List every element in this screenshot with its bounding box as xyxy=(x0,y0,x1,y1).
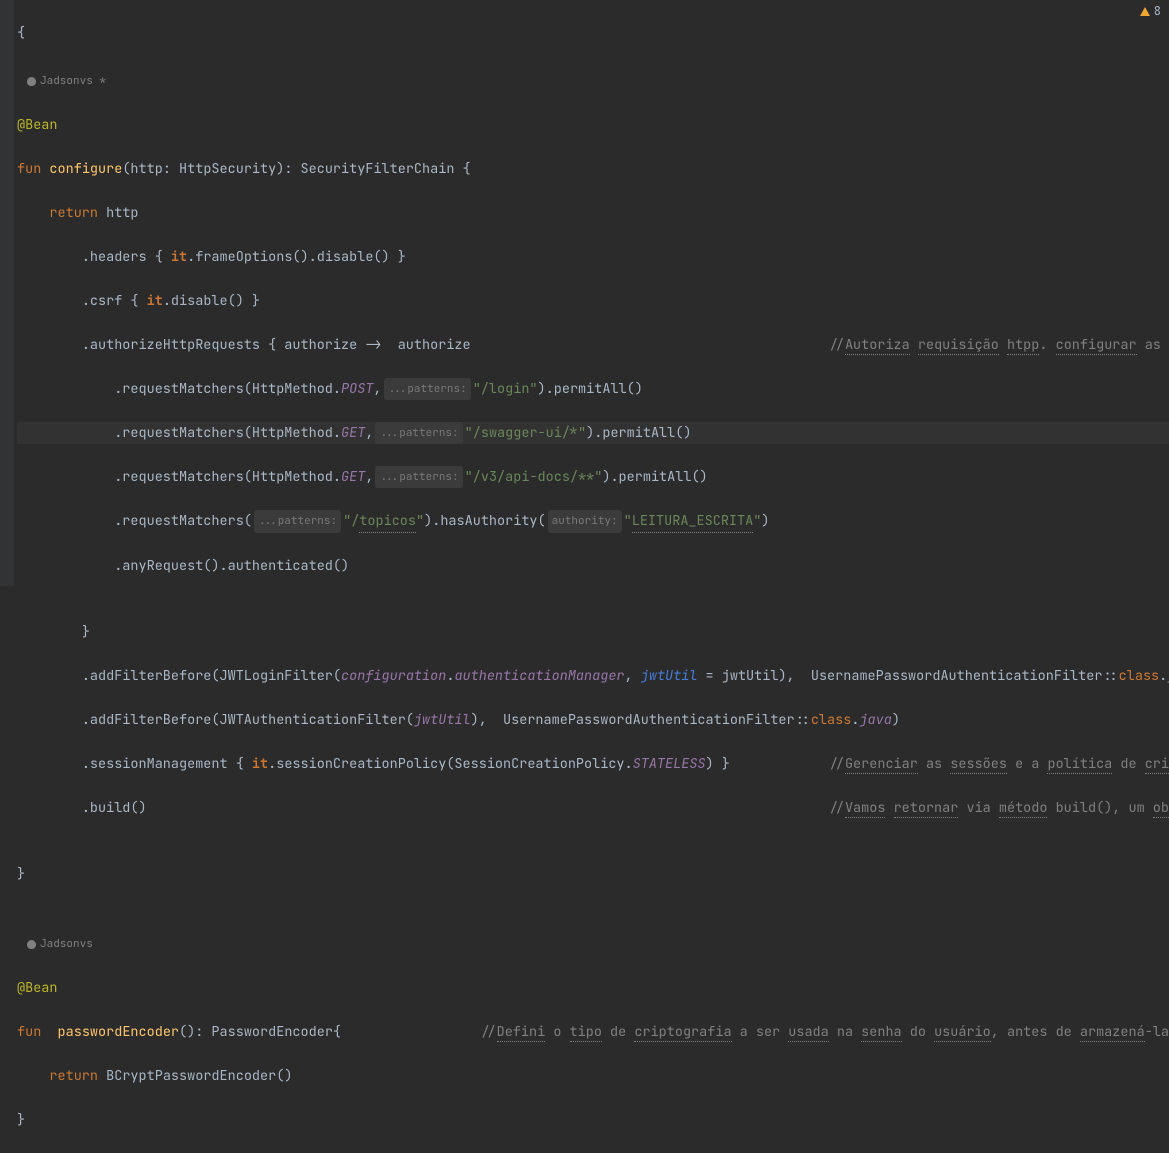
comment: //Vamos retornar via método build(), um … xyxy=(829,797,1169,819)
param-hint: authority: xyxy=(548,510,622,533)
param-hint: ...patterns: xyxy=(375,466,462,488)
keyword-fun: fun xyxy=(17,158,41,180)
param-hint: ...patterns: xyxy=(254,510,341,533)
warning-count[interactable]: 8 xyxy=(1154,3,1161,19)
annotation: @Bean xyxy=(17,977,58,999)
comment: //Gerenciar as sessões e a política de c… xyxy=(829,753,1169,775)
user-icon xyxy=(27,940,36,949)
author-annotation: Jadsonvs xyxy=(17,929,1169,955)
comment: //Defini o tipo de criptografia a ser us… xyxy=(480,1021,1169,1043)
brace: { xyxy=(17,22,25,44)
signature: (http: HttpSecurity): SecurityFilterChai… xyxy=(122,158,470,180)
warning-icon xyxy=(1140,7,1150,16)
param-hint: ...patterns: xyxy=(375,422,462,444)
function-name: passwordEncoder xyxy=(58,1021,180,1043)
keyword-return: return xyxy=(49,202,98,224)
status-bar: 8 xyxy=(1140,3,1161,19)
user-icon xyxy=(27,77,36,86)
keyword-return: return xyxy=(49,1065,98,1087)
keyword-fun: fun xyxy=(17,1021,41,1043)
annotation: @Bean xyxy=(17,114,58,136)
comment: //Autoriza requisição htpp. configurar a… xyxy=(829,334,1169,356)
author-annotation: Jadsonvs * xyxy=(17,66,1169,92)
code-editor[interactable]: { Jadsonvs * @Bean fun configure(http: H… xyxy=(0,0,1169,1153)
param-hint: ...patterns: xyxy=(384,378,471,400)
gutter xyxy=(0,0,14,586)
function-name: configure xyxy=(49,158,122,180)
